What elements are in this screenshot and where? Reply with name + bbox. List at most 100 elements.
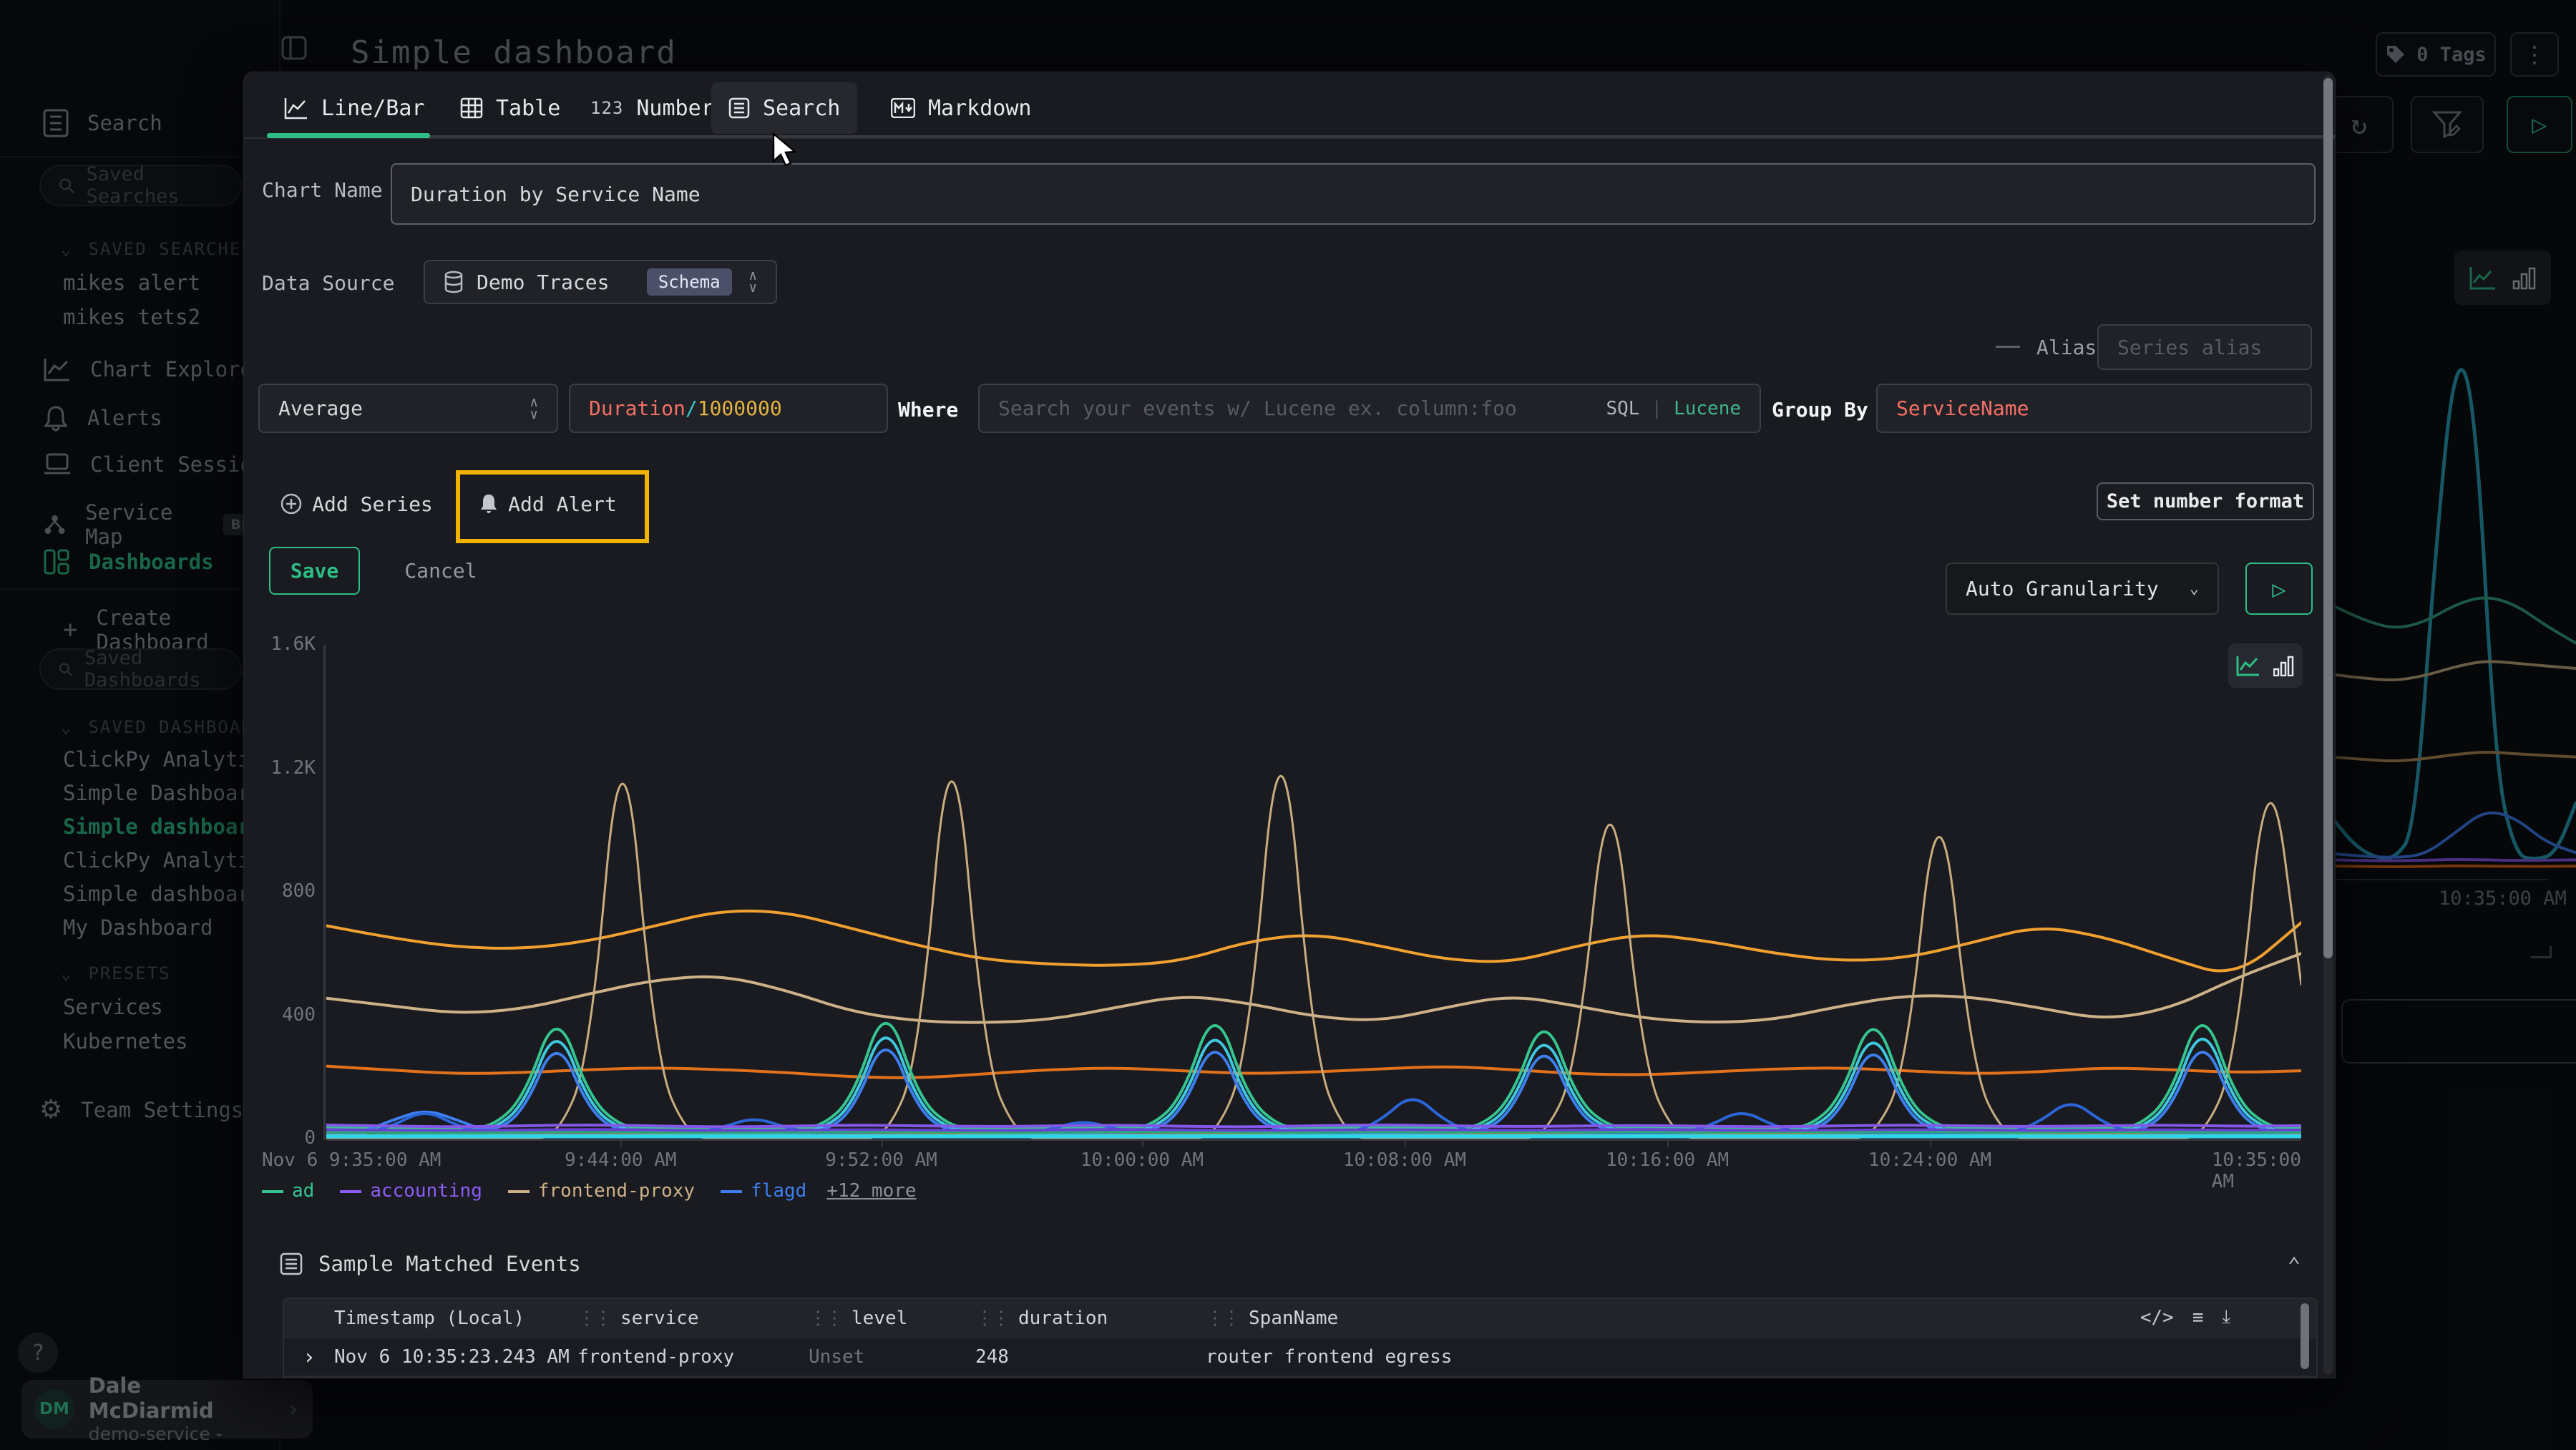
set-number-format-button[interactable]: Set number format bbox=[2097, 482, 2314, 520]
filter-button[interactable] bbox=[2411, 96, 2484, 153]
table-toolbar: </> ≡ ⤓ bbox=[2140, 1306, 2230, 1328]
sidebar-item-simple-dashboard[interactable]: Simple dashboard bbox=[63, 882, 263, 906]
expand-row-icon[interactable]: › bbox=[284, 1345, 334, 1370]
tags-button[interactable]: 0 Tags bbox=[2376, 32, 2496, 77]
table-scrollbar[interactable] bbox=[2301, 1303, 2309, 1369]
drag-handle-icon[interactable]: ⋮⋮ bbox=[1206, 1308, 1239, 1329]
data-source-select[interactable]: Demo Traces Schema ∧∨ bbox=[424, 260, 777, 304]
sidebar-item-client-sessions[interactable]: Client Sessions bbox=[43, 452, 278, 477]
collapse-section-icon[interactable]: ⌃ bbox=[2288, 1253, 2301, 1278]
sidebar-item-services[interactable]: Services bbox=[63, 995, 163, 1019]
legend-item-frontend-proxy[interactable]: frontend-proxy bbox=[508, 1180, 695, 1202]
series-tan bbox=[2334, 661, 2576, 680]
user-org: demo-service - bbox=[89, 1424, 273, 1445]
sidebar-item-kubernetes[interactable]: Kubernetes bbox=[63, 1029, 188, 1054]
line-chart-icon bbox=[2236, 655, 2260, 676]
modal-scrollbar-track[interactable] bbox=[2323, 75, 2333, 1375]
where-search-input[interactable]: Search your events w/ Lucene ex. column:… bbox=[978, 384, 1761, 433]
column-header[interactable]: ⋮⋮level bbox=[809, 1308, 975, 1329]
background-mini-chart bbox=[2334, 308, 2576, 877]
field-expression-input[interactable]: Duration/1000000 bbox=[569, 384, 888, 433]
search-doc-icon bbox=[43, 109, 69, 137]
collapse-sidebar-icon[interactable] bbox=[281, 36, 307, 60]
legend-item-accounting[interactable]: accounting bbox=[340, 1180, 482, 1202]
number-123-icon: 123 bbox=[590, 98, 623, 118]
download-icon[interactable]: ⤓ bbox=[2223, 1306, 2231, 1328]
saved-searches-input[interactable]: Saved Searches bbox=[39, 165, 242, 206]
y-tick-label: 1.6K bbox=[250, 633, 316, 655]
x-tick-label: 9:44:00 AM bbox=[565, 1149, 677, 1171]
run-query-button[interactable]: ▷ bbox=[2507, 96, 2572, 153]
cancel-button[interactable]: Cancel bbox=[391, 547, 491, 595]
aggregation-select[interactable]: Average ∧∨ bbox=[258, 384, 558, 433]
drag-handle-icon[interactable]: ⋮⋮ bbox=[809, 1308, 841, 1329]
series-dark-orange bbox=[326, 1066, 2301, 1078]
x-tick-label: 10:08:00 AM bbox=[1343, 1149, 1466, 1171]
tab-markdown[interactable]: Markdown bbox=[874, 82, 1049, 134]
series-teal-spike bbox=[2334, 370, 2576, 859]
tab-line-bar[interactable]: Line/Bar bbox=[267, 82, 442, 134]
laptop-icon bbox=[43, 452, 72, 477]
sidebar-item-chart-explorer[interactable]: Chart Explorer bbox=[43, 356, 265, 382]
chart-legend[interactable]: ad accounting frontend-proxy flagd +12 more bbox=[262, 1180, 917, 1202]
sidebar-item-mikes-tets2[interactable]: mikes tets2 bbox=[63, 305, 200, 329]
saved-dashboards-input[interactable]: Saved Dashboards bbox=[39, 648, 242, 690]
tab-table[interactable]: Table bbox=[443, 82, 577, 134]
duration-by-service-chart[interactable] bbox=[326, 641, 2301, 1142]
sidebar-item-my-dashboard[interactable]: My Dashboard bbox=[63, 915, 213, 940]
sidebar-item-dashboards[interactable]: Dashboards bbox=[43, 548, 214, 575]
drag-handle-icon[interactable]: ⋮⋮ bbox=[975, 1308, 1008, 1329]
add-series-button[interactable]: Add Series bbox=[273, 482, 441, 526]
sidebar-item-search[interactable]: Search bbox=[43, 109, 162, 137]
column-header[interactable]: ⋮⋮duration bbox=[975, 1308, 1206, 1329]
series-orange-flat bbox=[2334, 866, 2576, 867]
x-tick-label: 9:52:00 AM bbox=[825, 1149, 937, 1171]
lucene-mode-toggle[interactable]: Lucene bbox=[1674, 398, 1741, 419]
service-map-icon bbox=[43, 512, 67, 537]
chart-run-button[interactable]: ▷ bbox=[2245, 563, 2313, 615]
table-cell: Unset bbox=[809, 1346, 975, 1368]
sidebar-item-team-settings[interactable]: ⚙ Team Settings bbox=[39, 1095, 243, 1124]
sidebar-item-mikes-alert[interactable]: mikes alert bbox=[63, 271, 200, 295]
bg-chart-axis bbox=[2334, 879, 2549, 880]
tab-search[interactable]: Search bbox=[711, 82, 857, 134]
help-button[interactable]: ? bbox=[18, 1333, 58, 1373]
chart-type-toggle[interactable] bbox=[2228, 643, 2303, 688]
chart-name-input[interactable]: Duration by Service Name bbox=[391, 163, 2316, 225]
presets-header[interactable]: ⌄ PRESETS bbox=[61, 963, 171, 983]
granularity-select[interactable]: Auto Granularity ⌄ bbox=[1946, 563, 2219, 615]
help-icon: ? bbox=[31, 1340, 44, 1366]
bg-chart-type-toggle[interactable] bbox=[2454, 250, 2551, 305]
where-label: Where bbox=[898, 398, 958, 422]
user-card[interactable]: DM Dale McDiarmid demo-service - › bbox=[21, 1380, 313, 1439]
column-header[interactable]: Timestamp (Local) bbox=[334, 1308, 577, 1329]
legend-more-link[interactable]: +12 more bbox=[826, 1180, 916, 1202]
sidebar-item-alerts[interactable]: Alerts bbox=[43, 404, 162, 432]
saved-searches-header[interactable]: ⌄ SAVED SEARCHES bbox=[61, 239, 253, 259]
table-row[interactable]: ›Nov 6 10:35:23.243 AMfrontend-proxyUnse… bbox=[284, 1338, 2316, 1376]
tab-number[interactable]: 123 Number bbox=[573, 82, 731, 134]
more-menu-button[interactable]: ⋮ bbox=[2510, 32, 2559, 77]
save-button[interactable]: Save bbox=[269, 547, 360, 595]
drag-handle-icon[interactable]: ⋮⋮ bbox=[577, 1308, 610, 1329]
sidebar-item-simple-dashboard[interactable]: Simple Dashboard bbox=[63, 781, 263, 805]
bg-resize-handle[interactable] bbox=[2531, 946, 2552, 958]
legend-item-ad[interactable]: ad bbox=[262, 1180, 314, 1202]
modal-scrollbar-thumb[interactable] bbox=[2323, 78, 2333, 958]
sample-events-header[interactable]: Sample Matched Events bbox=[280, 1252, 581, 1276]
alias-input[interactable]: Series alias bbox=[2097, 324, 2312, 370]
group-by-input[interactable]: ServiceName bbox=[1876, 384, 2312, 433]
column-header[interactable]: ⋮⋮service bbox=[577, 1308, 809, 1329]
code-view-icon[interactable]: </> bbox=[2140, 1307, 2174, 1328]
search-icon bbox=[58, 659, 73, 679]
active-tab-indicator bbox=[267, 133, 430, 138]
sidebar-item-label: Search bbox=[87, 111, 162, 135]
edit-chart-modal: Line/Bar Table 123 Number Search Markdow… bbox=[243, 72, 2336, 1378]
legend-item-flagd[interactable]: flagd bbox=[721, 1180, 806, 1202]
sidebar-item-simple-dashboard[interactable]: Simple dashboard bbox=[63, 814, 263, 839]
select-chevrons-icon: ∧∨ bbox=[749, 270, 757, 294]
legend-dash-icon bbox=[340, 1190, 361, 1193]
table-row[interactable]: ›Nov 6 10:35:23.243 AMfrontend-proxyUnse… bbox=[284, 1376, 2316, 1378]
sql-mode-toggle[interactable]: SQL bbox=[1606, 398, 1639, 419]
wrap-lines-icon[interactable]: ≡ bbox=[2192, 1307, 2204, 1328]
